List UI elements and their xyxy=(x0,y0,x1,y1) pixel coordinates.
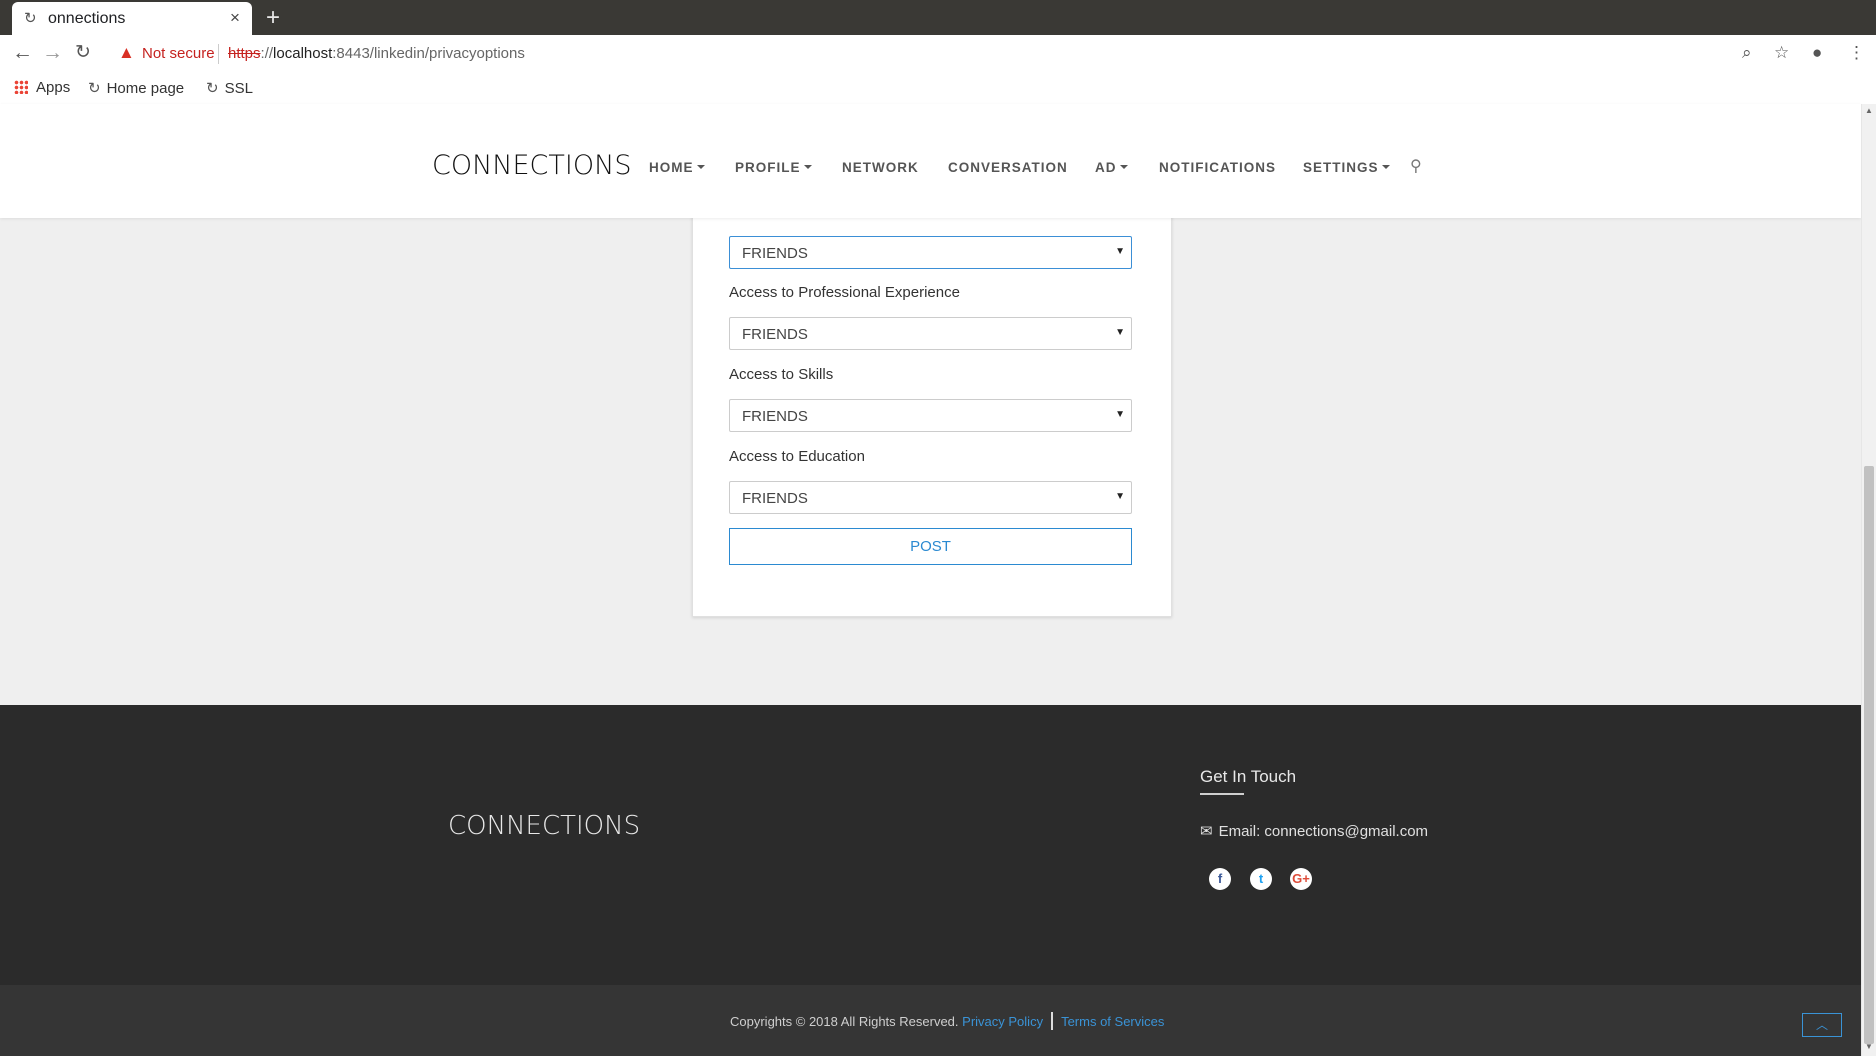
zoom-icon[interactable]: ⌕ xyxy=(1742,43,1752,63)
education-label: Access to Education xyxy=(729,448,865,465)
scroll-down-arrow-icon[interactable]: ▼ xyxy=(1865,1042,1873,1051)
page-icon: ↻ xyxy=(88,80,101,97)
privacy-policy-link[interactable]: Privacy Policy xyxy=(962,1014,1043,1029)
url-host: localhost xyxy=(273,45,333,62)
professional-experience-select[interactable]: FRIENDS ▼ xyxy=(729,317,1132,350)
bookmarks-bar: Apps ↻ Home page ↻ SSL xyxy=(0,73,1876,105)
select-value: FRIENDS xyxy=(742,490,808,507)
select-value: FRIENDS xyxy=(742,326,808,343)
nav-label: CONVERSATION xyxy=(948,160,1068,175)
nav-profile[interactable]: PROFILE xyxy=(735,160,812,175)
bookmark-label: Home page xyxy=(106,80,185,97)
nav-network[interactable]: NETWORK xyxy=(842,160,919,175)
url-scheme: https xyxy=(228,45,261,62)
bookmark-label: SSL xyxy=(224,80,253,97)
account-icon[interactable]: ● xyxy=(1812,43,1822,63)
facebook-icon[interactable]: f xyxy=(1209,868,1231,890)
nav-settings[interactable]: SETTINGS xyxy=(1303,160,1390,175)
nav-label: AD xyxy=(1095,160,1117,175)
site-footer: CONNECTIONS Get In Touch ✉ Email: connect… xyxy=(0,705,1861,985)
tab-title: onnections xyxy=(48,10,126,27)
nav-ad[interactable]: AD xyxy=(1095,160,1128,175)
caret-down-icon xyxy=(803,165,812,169)
twitter-icon[interactable]: t xyxy=(1250,868,1272,890)
nav-label: NOTIFICATIONS xyxy=(1159,160,1276,175)
nav-home[interactable]: HOME xyxy=(649,160,705,175)
caret-down-icon xyxy=(1119,165,1128,169)
url-separator xyxy=(218,44,219,64)
apps-grid-icon xyxy=(14,80,28,94)
contact-title-underline xyxy=(1200,793,1244,795)
menu-icon[interactable]: ⋮ xyxy=(1848,43,1865,63)
nav-label: PROFILE xyxy=(735,160,801,175)
copyright-text: Copyrights © 2018 All Rights Reserved. xyxy=(730,1014,959,1029)
contact-email: ✉ Email: connections@gmail.com xyxy=(1200,822,1428,840)
tab-strip: ↻ onnections × + xyxy=(0,0,1876,35)
skills-label: Access to Skills xyxy=(729,366,834,383)
chevron-down-icon: ▼ xyxy=(1115,327,1125,338)
select-value: FRIENDS xyxy=(742,245,808,262)
chevron-down-icon: ▼ xyxy=(1115,409,1125,420)
professional-experience-label: Access to Professional Experience xyxy=(729,284,960,301)
site-header: CONNECTIONS HOME PROFILE NETWORK CONVERS… xyxy=(0,104,1861,218)
privacy-options-card: FRIENDS ▼ Access to Professional Experie… xyxy=(692,200,1172,617)
warning-icon: ▲ xyxy=(118,43,135,62)
page-scrollbar[interactable]: ▲ ▼ xyxy=(1861,104,1876,1056)
nav-label: NETWORK xyxy=(842,160,919,175)
copyright-bar: Copyrights © 2018 All Rights Reserved. P… xyxy=(0,985,1861,1056)
nav-label: HOME xyxy=(649,160,694,175)
education-select[interactable]: FRIENDS ▼ xyxy=(729,481,1132,514)
chevron-down-icon: ▼ xyxy=(1115,491,1125,502)
scroll-up-arrow-icon[interactable]: ▲ xyxy=(1865,106,1873,115)
new-tab-button[interactable]: + xyxy=(266,4,280,32)
footer-logo: CONNECTIONS xyxy=(448,811,641,841)
url-path: :8443/linkedin/privacyoptions xyxy=(332,45,525,62)
bookmark-ssl[interactable]: ↻ SSL xyxy=(206,79,253,97)
envelope-icon: ✉ xyxy=(1200,823,1213,840)
nav-notifications[interactable]: NOTIFICATIONS xyxy=(1159,160,1276,175)
chevron-down-icon: ▼ xyxy=(1115,246,1125,257)
bookmark-label: Apps xyxy=(36,79,71,96)
contact-title: Get In Touch xyxy=(1200,767,1297,786)
bookmark-apps[interactable]: Apps xyxy=(14,79,70,96)
nav-conversation[interactable]: CONVERSATION xyxy=(948,160,1068,175)
reload-icon[interactable]: ↻ xyxy=(75,41,91,64)
privacy-select[interactable]: FRIENDS ▼ xyxy=(729,236,1132,269)
loading-icon: ↻ xyxy=(24,10,37,27)
close-tab-icon[interactable]: × xyxy=(230,8,240,28)
scroll-to-top-button[interactable]: ︿ xyxy=(1802,1013,1842,1037)
browser-chrome: ↻ onnections × + ← → ↻ ▲ Not secure http… xyxy=(0,0,1876,105)
email-text: Email: connections@gmail.com xyxy=(1218,823,1429,840)
nav-label: SETTINGS xyxy=(1303,160,1379,175)
select-value: FRIENDS xyxy=(742,408,808,425)
scrollbar-thumb[interactable] xyxy=(1864,466,1874,1044)
bookmark-star-icon[interactable]: ☆ xyxy=(1774,43,1789,63)
page-icon: ↻ xyxy=(206,80,219,97)
browser-toolbar: ← → ↻ ▲ Not secure https://localhost:844… xyxy=(0,35,1876,73)
post-button[interactable]: POST xyxy=(729,528,1132,565)
bookmark-home-page[interactable]: ↻ Home page xyxy=(88,79,184,97)
copyright: Copyrights © 2018 All Rights Reserved. P… xyxy=(730,1012,1164,1030)
caret-down-icon xyxy=(696,165,705,169)
caret-down-icon xyxy=(1381,165,1390,169)
skills-select[interactable]: FRIENDS ▼ xyxy=(729,399,1132,432)
forward-icon[interactable]: → xyxy=(42,41,63,65)
google-plus-icon[interactable]: G+ xyxy=(1290,868,1312,890)
browser-tab[interactable]: ↻ onnections × xyxy=(12,2,252,35)
search-icon[interactable]: ⚲ xyxy=(1410,156,1422,176)
security-indicator[interactable]: Not secure xyxy=(142,45,215,62)
site-logo[interactable]: CONNECTIONS xyxy=(432,150,631,181)
address-bar[interactable]: https://localhost:8443/linkedin/privacyo… xyxy=(228,45,525,62)
link-divider xyxy=(1051,1012,1054,1030)
back-icon[interactable]: ← xyxy=(12,41,33,65)
terms-link[interactable]: Terms of Services xyxy=(1061,1014,1164,1029)
